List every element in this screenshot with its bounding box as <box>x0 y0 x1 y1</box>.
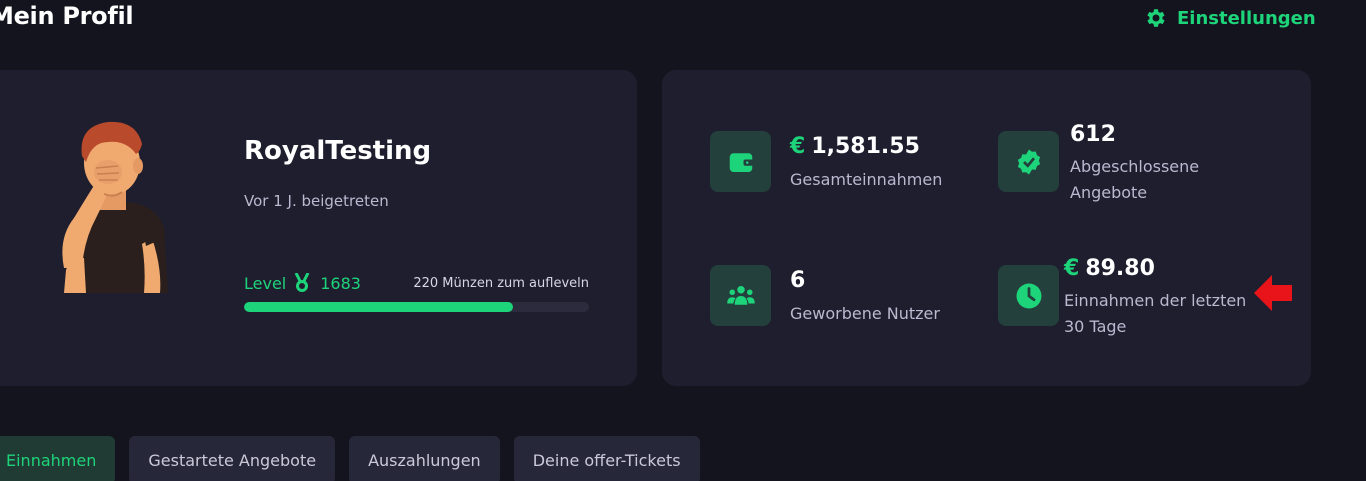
medal-icon <box>294 273 310 292</box>
level-label: Level <box>244 273 287 293</box>
completed-offers-icon-tile <box>998 131 1059 192</box>
level-progress-fill <box>244 302 514 312</box>
currency-symbol: € <box>1064 256 1080 281</box>
last-30-days-amount: 89.80 <box>1085 256 1155 281</box>
join-date: Vor 1 J. beigetreten <box>244 192 389 210</box>
total-earnings-amount: 1,581.55 <box>811 134 920 159</box>
level-row: Level 1683 220 Münzen zum aufleveln <box>244 273 589 293</box>
tab-einnahmen[interactable]: Einnahmen <box>0 436 116 481</box>
gear-icon <box>1147 9 1165 27</box>
completed-offers-value: 612 <box>1070 122 1116 147</box>
referred-users-label: Geworbene Nutzer <box>790 304 940 323</box>
tab-auszahlungen[interactable]: Auszahlungen <box>349 436 500 481</box>
completed-offers-label-line2: Angebote <box>1070 183 1148 202</box>
referred-users-icon-tile <box>710 265 771 326</box>
settings-link[interactable]: Einstellungen <box>1144 6 1316 30</box>
profile-page: Mein Profil Einstellungen RoyalTesting V… <box>0 0 1366 481</box>
referred-users-value: 6 <box>790 268 806 293</box>
completed-offers-label: Abgeschlossene Angebote <box>1070 154 1199 206</box>
avatar <box>62 121 168 293</box>
last-30-days-label: Einnahmen der letzten 30 Tage <box>1064 288 1246 340</box>
stats-card: € 1,581.55 Gesamteinnahmen 612 Abgeschlo… <box>662 70 1311 386</box>
total-earnings-icon-tile <box>710 131 771 192</box>
username: RoyalTesting <box>244 136 432 166</box>
last-30-days-icon-tile <box>998 265 1059 326</box>
level-value: 1683 <box>320 273 361 293</box>
level-hint: 220 Münzen zum aufleveln <box>413 275 589 291</box>
tab-gestartete-angebote[interactable]: Gestartete Angebote <box>129 436 336 481</box>
verified-badge-icon <box>1017 149 1040 174</box>
last-30-days-label-line2: 30 Tage <box>1064 317 1127 336</box>
total-earnings-value: € 1,581.55 <box>790 134 920 159</box>
users-icon <box>726 285 755 305</box>
profile-tabs: Einnahmen Gestartete Angebote Auszahlung… <box>0 436 700 481</box>
completed-offers-label-line1: Abgeschlossene <box>1070 157 1200 176</box>
red-arrow-left-icon <box>1254 275 1292 311</box>
currency-symbol: € <box>790 134 806 159</box>
page-title: Mein Profil <box>0 2 134 30</box>
last-30-days-label-line1: Einnahmen der letzten <box>1064 291 1247 310</box>
level-progress-bar <box>244 302 589 312</box>
settings-label: Einstellungen <box>1177 7 1316 29</box>
total-earnings-label: Gesamteinnahmen <box>790 170 943 189</box>
profile-card: RoyalTesting Vor 1 J. beigetreten Level … <box>0 70 637 386</box>
clock-icon <box>1016 283 1041 308</box>
last-30-days-value: € 89.80 <box>1064 256 1155 281</box>
wallet-icon <box>729 152 753 172</box>
tab-offer-tickets[interactable]: Deine offer-Tickets <box>513 436 700 481</box>
